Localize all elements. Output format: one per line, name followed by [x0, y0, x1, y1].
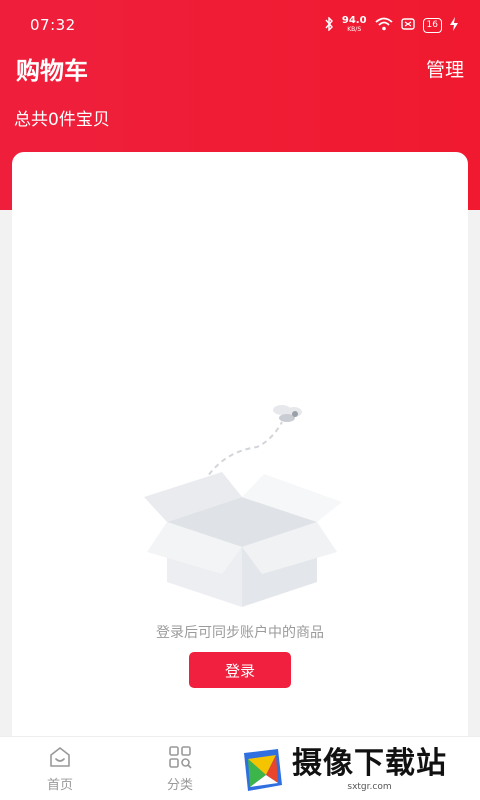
manage-button[interactable]: 管理: [426, 55, 464, 82]
item-count: 总共0件宝贝: [14, 110, 110, 130]
charging-icon: [450, 16, 458, 34]
tab-category-label: 分类: [166, 778, 193, 793]
bluetooth-icon: [324, 15, 334, 34]
status-time: 07:32: [30, 16, 76, 34]
empty-message: 登录后可同步账户中的商品: [156, 625, 324, 641]
title-row: 购物车 管理: [0, 50, 480, 86]
empty-box-icon: [144, 405, 342, 607]
wifi-icon: [374, 17, 393, 34]
network-speed-unit: KB/S: [347, 26, 362, 33]
login-button[interactable]: 登录: [189, 652, 291, 688]
network-speed-value: 94.0: [341, 15, 367, 26]
network-speed: 94.0 KB/S: [342, 16, 367, 34]
status-icons: 94.0 KB/S 16: [324, 16, 458, 34]
page-title: 购物车: [16, 56, 88, 85]
tab-category[interactable]: 分类: [120, 737, 240, 800]
status-bar: 07:32 94.0 KB/S 16: [0, 0, 480, 50]
category-icon: [169, 746, 192, 769]
tab-home[interactable]: 首页: [0, 737, 120, 800]
watermark-text-wrap: 摄像下载站 sxtgr.com: [292, 747, 447, 793]
watermark-logo-icon: [244, 749, 282, 791]
tab-home-label: 首页: [46, 778, 73, 793]
cart-card: 登录后可同步账户中的商品 登录: [12, 152, 468, 752]
watermark-url: sxtgr.com: [347, 782, 392, 792]
sim-icon: [400, 17, 415, 33]
battery-icon: 16: [422, 17, 442, 33]
watermark-text: 摄像下载站: [292, 746, 447, 781]
watermark: 摄像下载站 sxtgr.com: [232, 740, 480, 800]
home-icon: [50, 747, 70, 767]
